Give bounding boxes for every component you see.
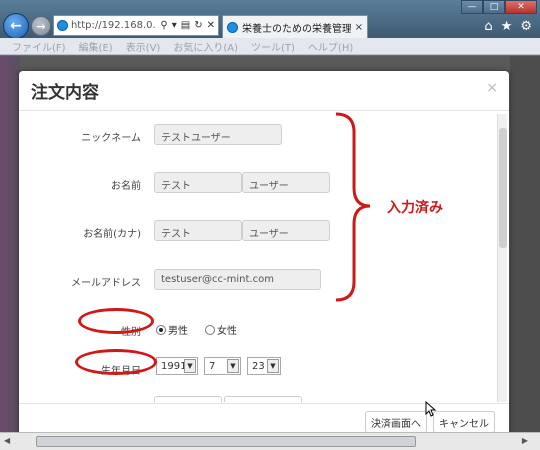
- birth-month-select[interactable]: 7 ▼: [204, 357, 241, 375]
- menu-edit[interactable]: 編集(E): [79, 39, 113, 54]
- birth-year-value: 1991: [161, 360, 187, 372]
- birthday-highlight-ellipse: [75, 349, 157, 375]
- modal-title: 注文内容: [31, 83, 99, 103]
- horizontal-scroll-thumb[interactable]: [36, 436, 416, 447]
- home-icon[interactable]: ⌂: [484, 19, 492, 34]
- name-label: お名前: [111, 181, 141, 192]
- page-backdrop-right: [510, 56, 540, 432]
- back-button[interactable]: ←: [3, 13, 29, 39]
- settings-gear-icon[interactable]: ⚙: [520, 19, 532, 34]
- page-backdrop: [0, 56, 20, 432]
- modal-scrollbar[interactable]: [497, 114, 507, 402]
- ie-page-icon: [57, 20, 68, 31]
- gender-male-option[interactable]: 男性: [156, 322, 188, 337]
- gender-male-radio[interactable]: [156, 324, 166, 335]
- birth-day-value: 23: [252, 360, 265, 372]
- address-bar[interactable]: http://192.168.0.7:9( ⚲ ▾ ▤ ↻ ✕: [53, 15, 219, 36]
- stop-icon[interactable]: ✕: [207, 20, 215, 31]
- gender-female-label: 女性: [217, 326, 237, 337]
- dropdown-icon[interactable]: ▾: [172, 20, 177, 31]
- nickname-field[interactable]: テストユーザー: [154, 124, 282, 145]
- chevron-down-icon: ▼: [184, 359, 196, 373]
- birth-year-select[interactable]: 1991 ▼: [156, 357, 198, 375]
- minimize-button[interactable]: —: [461, 0, 483, 14]
- partial-field[interactable]: [154, 396, 222, 402]
- birth-day-select[interactable]: 23 ▼: [247, 357, 281, 375]
- menu-view[interactable]: 表示(V): [126, 39, 161, 54]
- menu-tools[interactable]: ツール(T): [251, 39, 295, 54]
- email-field[interactable]: testuser@cc-mint.com: [154, 269, 321, 290]
- forward-button[interactable]: →: [31, 16, 51, 36]
- favorites-star-icon[interactable]: ★: [501, 19, 513, 34]
- tab-title: 栄養士のための栄養管理...: [242, 23, 351, 35]
- partial-field[interactable]: [224, 396, 302, 402]
- mouse-cursor-icon: [425, 401, 437, 417]
- tab-favicon-icon: [227, 21, 238, 33]
- first-name-kana-field[interactable]: ユーザー: [242, 220, 330, 241]
- search-icon[interactable]: ⚲: [160, 20, 167, 31]
- horizontal-scrollbar[interactable]: ◀ ▶: [0, 432, 540, 450]
- browser-toolbar: ← → http://192.168.0.7:9( ⚲ ▾ ▤ ↻ ✕ 栄養士の…: [0, 0, 540, 39]
- nickname-label: ニックネーム: [81, 133, 141, 144]
- birth-month-value: 7: [209, 360, 216, 372]
- kana-name-label: お名前(カナ): [83, 229, 141, 240]
- checkout-button[interactable]: 決済画面へ: [365, 411, 427, 432]
- toolbar-right-icons: ⌂ ★ ⚙: [484, 19, 532, 34]
- menu-file[interactable]: ファイル(F): [12, 39, 66, 54]
- gender-male-label: 男性: [168, 326, 188, 337]
- address-text[interactable]: http://192.168.0.7:9(: [71, 20, 156, 31]
- browser-tab[interactable]: 栄養士のための栄養管理... ×: [222, 15, 368, 38]
- window-controls: — □ ✕: [461, 0, 537, 14]
- menu-favorites[interactable]: お気に入り(A): [173, 39, 238, 54]
- chevron-down-icon: ▼: [227, 359, 239, 373]
- refresh-icon[interactable]: ↻: [194, 20, 202, 31]
- last-name-field[interactable]: テスト: [154, 172, 242, 193]
- annotation-brace: [335, 112, 371, 302]
- cancel-button[interactable]: キャンセル: [433, 411, 495, 432]
- page-viewport: 注文内容 × ニックネーム テストユーザー お名前 テスト ユーザー お名前(カ…: [0, 56, 540, 432]
- scroll-right-icon[interactable]: ▶: [522, 436, 528, 445]
- tab-close-icon[interactable]: ×: [355, 22, 363, 33]
- menu-help[interactable]: ヘルプ(H): [308, 39, 353, 54]
- close-window-button[interactable]: ✕: [505, 0, 537, 14]
- menu-bar: ファイル(F) 編集(E) 表示(V) お気に入り(A) ツール(T) ヘルプ(…: [0, 38, 540, 55]
- modal-header: 注文内容 ×: [19, 71, 509, 111]
- email-label: メールアドレス: [71, 278, 141, 289]
- back-arrow-icon: ←: [10, 18, 22, 34]
- order-modal: 注文内容 × ニックネーム テストユーザー お名前 テスト ユーザー お名前(カ…: [19, 71, 509, 432]
- annotation-label: 入力済み: [387, 200, 443, 216]
- maximize-button[interactable]: □: [483, 0, 505, 14]
- gender-highlight-ellipse: [78, 308, 154, 334]
- last-name-kana-field[interactable]: テスト: [154, 220, 242, 241]
- chevron-down-icon: ▼: [267, 359, 279, 373]
- gender-female-radio[interactable]: [205, 324, 215, 335]
- modal-scroll-thumb[interactable]: [499, 128, 507, 248]
- gender-female-option[interactable]: 女性: [205, 322, 237, 337]
- compat-view-icon[interactable]: ▤: [181, 20, 190, 31]
- forward-arrow-icon: →: [36, 19, 46, 33]
- modal-close-icon[interactable]: ×: [486, 80, 498, 96]
- first-name-field[interactable]: ユーザー: [242, 172, 330, 193]
- scroll-left-icon[interactable]: ◀: [4, 436, 10, 445]
